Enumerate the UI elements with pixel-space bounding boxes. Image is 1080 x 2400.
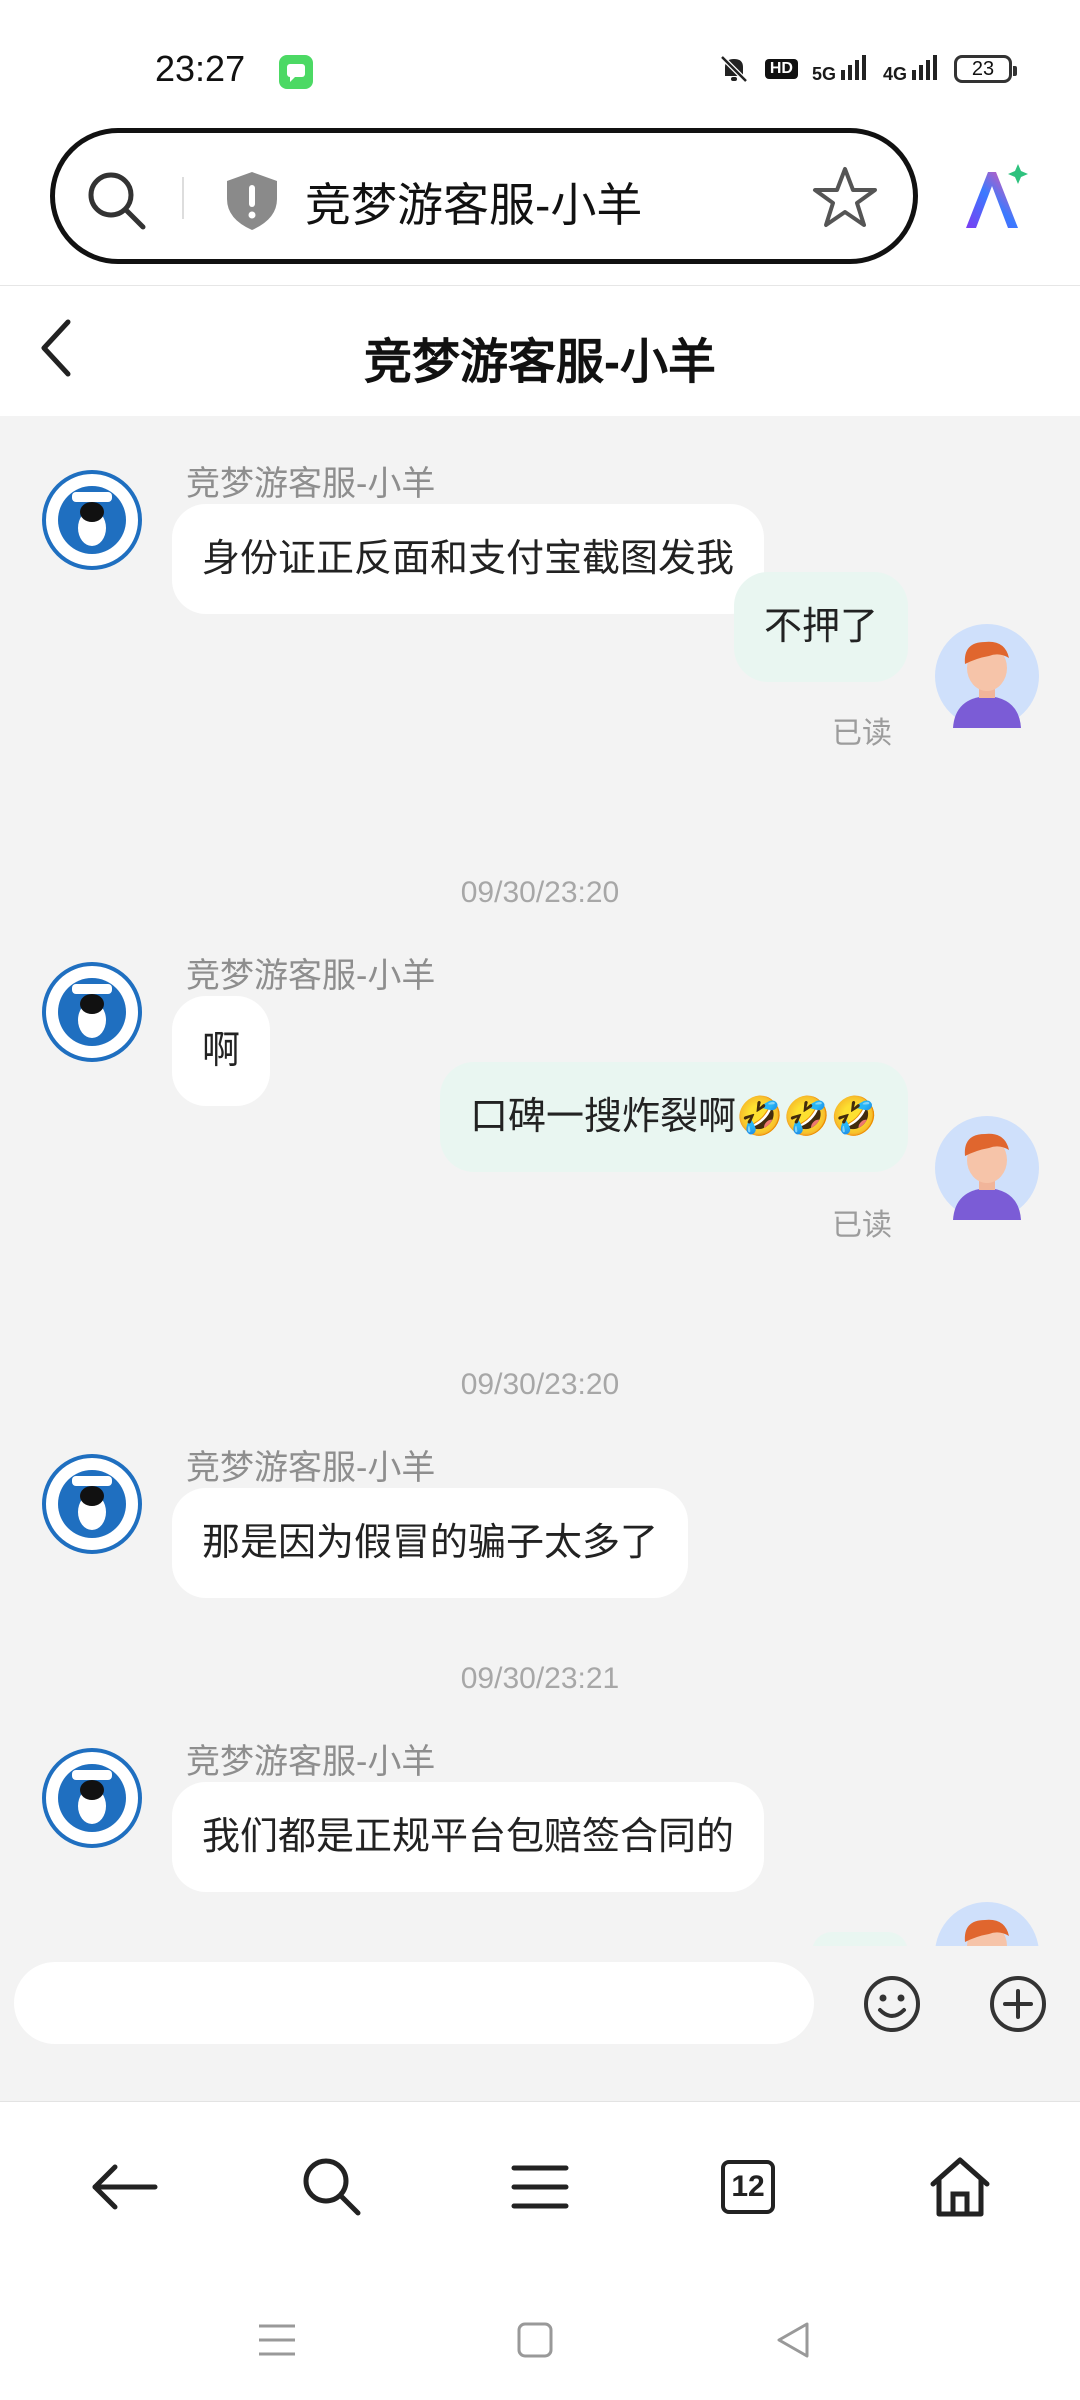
timestamp: 09/30/23:20: [460, 1368, 620, 1401]
message-input[interactable]: [14, 1962, 814, 2044]
timestamp: 09/30/23:21: [460, 1662, 620, 1695]
sender-name: 竞梦游客服-小羊: [186, 957, 436, 995]
hd-badge: HD: [764, 59, 798, 79]
recents-nav-button[interactable]: [252, 2315, 302, 2365]
signal-icon: [912, 54, 937, 80]
recents-icon: [259, 2324, 295, 2356]
address-text[interactable]: 竞梦游客服-小羊: [305, 169, 642, 235]
ai-assistant-icon[interactable]: [958, 160, 1032, 234]
system-navigation: [0, 2271, 1080, 2400]
menu-icon: [511, 2165, 569, 2209]
shield-icon[interactable]: [223, 169, 281, 233]
agent-avatar[interactable]: [42, 962, 142, 1062]
agent-avatar[interactable]: [42, 1748, 142, 1848]
home-icon: [930, 2157, 990, 2217]
status-time: 23:27: [155, 48, 246, 89]
sender-name: 竞梦游客服-小羊: [186, 465, 436, 503]
message-input-bar: [0, 1946, 1080, 2101]
messages-app-icon: [279, 55, 313, 89]
outgoing-message[interactable]: 口碑一搜炸裂啊🤣🤣🤣: [440, 1062, 908, 1172]
battery-level: 23: [971, 57, 995, 80]
back-triangle-icon: [777, 2322, 809, 2358]
tabs-button[interactable]: 12: [708, 2147, 788, 2227]
read-status: 已读: [832, 717, 892, 750]
search-button[interactable]: [292, 2147, 372, 2227]
back-nav-button[interactable]: [768, 2315, 818, 2365]
home-nav-button[interactable]: [510, 2315, 560, 2365]
incoming-message[interactable]: 我们都是正规平台包赔签合同的: [172, 1782, 765, 1892]
browser-address-area: 竞梦游客服-小羊: [0, 120, 1080, 286]
incoming-message[interactable]: 啊: [172, 996, 271, 1106]
outgoing-message-partial[interactable]: [812, 1932, 908, 1946]
browser-toolbar: 12: [0, 2101, 1080, 2272]
incoming-message[interactable]: 那是因为假冒的骗子太多了: [172, 1488, 689, 1598]
menu-button[interactable]: [500, 2147, 580, 2227]
user-avatar[interactable]: [935, 624, 1039, 728]
user-avatar[interactable]: [935, 1116, 1039, 1220]
home-button[interactable]: [920, 2147, 1000, 2227]
status-icons: HD 5G 4G 23: [717, 52, 1017, 86]
network-4g-label: 4G: [882, 63, 907, 84]
bookmark-star-icon[interactable]: [810, 163, 880, 233]
agent-avatar[interactable]: [42, 470, 142, 570]
home-square-icon: [517, 2322, 553, 2358]
network-4g: 4G: [883, 54, 940, 85]
chat-messages[interactable]: 竞梦游客服-小羊 身份证正反面和支付宝截图发我 不押了 已读 09/30/23:…: [0, 416, 1080, 1946]
sender-name: 竞梦游客服-小羊: [186, 1743, 436, 1781]
mute-bell-icon: [720, 55, 748, 83]
add-attachment-icon[interactable]: [988, 1974, 1048, 2034]
search-icon: [303, 2158, 361, 2216]
agent-avatar[interactable]: [42, 1454, 142, 1554]
address-divider: [182, 177, 184, 219]
sender-name: 竞梦游客服-小羊: [186, 1449, 436, 1487]
timestamp: 09/30/23:20: [460, 876, 620, 909]
search-icon[interactable]: [85, 169, 149, 233]
status-bar: 23:27 HD 5G 4G 23: [0, 0, 1080, 120]
read-status: 已读: [832, 1209, 892, 1242]
network-5g: 5G: [812, 54, 869, 85]
chat-header: 竞梦游客服-小羊: [0, 286, 1080, 416]
incoming-message[interactable]: 身份证正反面和支付宝截图发我: [172, 504, 765, 614]
network-5g-label: 5G: [811, 63, 836, 84]
user-avatar[interactable]: [935, 1902, 1039, 1946]
outgoing-message[interactable]: 不押了: [733, 572, 908, 682]
back-button[interactable]: [84, 2147, 164, 2227]
tab-count: 12: [721, 2160, 775, 2214]
back-arrow-icon: [92, 2164, 158, 2210]
address-bar[interactable]: 竞梦游客服-小羊: [50, 128, 918, 264]
battery-icon: 23: [954, 55, 1017, 83]
signal-icon: [840, 54, 866, 80]
chat-title: 竞梦游客服-小羊: [364, 336, 716, 389]
emoji-icon[interactable]: [862, 1974, 922, 2034]
